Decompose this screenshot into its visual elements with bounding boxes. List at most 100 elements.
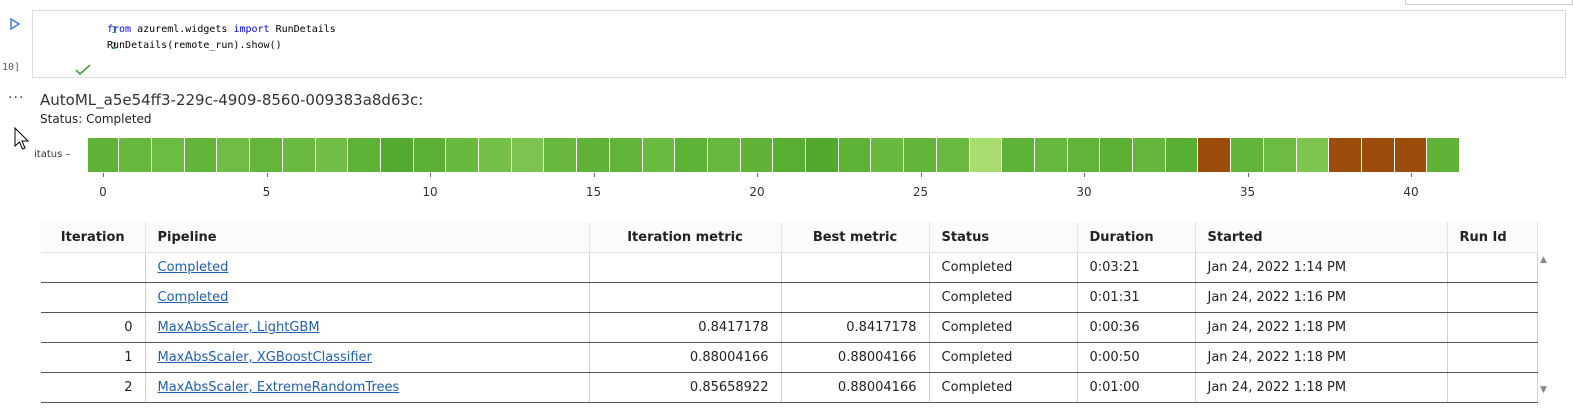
cell-iteration: 0 <box>41 312 146 343</box>
status-cell[interactable] <box>119 138 153 172</box>
toolbar-edge <box>1405 0 1573 5</box>
x-tick-label: 5 <box>262 185 271 199</box>
status-cell[interactable] <box>740 138 774 172</box>
status-cell[interactable] <box>1165 138 1199 172</box>
status-cell[interactable] <box>806 138 839 172</box>
status-cell[interactable] <box>1263 138 1297 172</box>
status-cell[interactable] <box>184 138 218 172</box>
status-cell[interactable] <box>1329 138 1362 172</box>
column-header-run-id[interactable]: Run Id <box>1447 222 1538 253</box>
status-cell[interactable] <box>1198 138 1232 172</box>
status-cell[interactable] <box>871 138 905 172</box>
status-cell[interactable] <box>479 138 512 172</box>
status-cell[interactable] <box>380 138 414 172</box>
status-cell[interactable] <box>544 138 578 172</box>
cell-iteration <box>41 282 146 313</box>
code-keyword: import <box>233 24 270 35</box>
status-cell[interactable] <box>1100 138 1134 172</box>
cell-best-metric <box>781 252 930 283</box>
status-cell[interactable] <box>152 138 185 172</box>
code-line-2[interactable]: RunDetails(remote_run).show() <box>107 40 282 51</box>
status-cell[interactable] <box>1067 138 1101 172</box>
column-header-started[interactable]: Started <box>1195 222 1448 253</box>
status-cell[interactable] <box>904 138 937 172</box>
x-tick-label: 10 <box>422 185 438 199</box>
pipeline-link[interactable]: Completed <box>158 260 229 275</box>
column-header-iteration-metric[interactable]: Iteration metric <box>589 222 782 253</box>
play-icon <box>10 17 21 31</box>
x-tick-label: 15 <box>585 185 602 199</box>
more-actions-button[interactable]: ... <box>8 86 24 102</box>
cell-iteration: 1 <box>41 342 146 373</box>
code-text: azureml.widgets <box>131 24 234 35</box>
x-tick-mark <box>920 173 922 177</box>
pipeline-link[interactable]: Completed <box>158 290 229 305</box>
status-cell[interactable] <box>642 138 676 172</box>
table-row[interactable]: Completed Completed 0:03:21 Jan 24, 2022… <box>41 252 1538 283</box>
status-cell[interactable] <box>773 138 807 172</box>
pipeline-link[interactable]: MaxAbsScaler, LightGBM <box>158 320 320 335</box>
status-cell[interactable] <box>675 138 708 172</box>
column-header-duration[interactable]: Duration <box>1077 222 1196 253</box>
code-line-1[interactable]: from azureml.widgets import RunDetails <box>107 24 336 35</box>
column-header-best-metric[interactable]: Best metric <box>781 222 930 253</box>
run-cell-button[interactable] <box>8 16 24 32</box>
status-cell[interactable] <box>1296 138 1330 172</box>
cell-iteration-metric: 0.85658922 <box>589 372 782 403</box>
scroll-down-icon[interactable]: ▼ <box>1540 385 1547 395</box>
status-cell[interactable] <box>88 138 120 172</box>
table-row[interactable]: 1 MaxAbsScaler, XGBoostClassifier 0.8800… <box>41 342 1538 373</box>
status-cell[interactable] <box>1427 138 1461 172</box>
cell-best-metric <box>781 282 930 313</box>
status-cell[interactable] <box>1361 138 1395 172</box>
cell-iteration: 2 <box>41 372 146 403</box>
status-cell[interactable] <box>969 138 1003 172</box>
status-cell[interactable] <box>1133 138 1166 172</box>
status-cell[interactable] <box>250 138 283 172</box>
scroll-up-icon[interactable]: ▲ <box>1540 255 1547 265</box>
run-title: AutoML_a5e54ff3-229c-4909-8560-009383a8d… <box>40 91 424 109</box>
status-cell[interactable] <box>282 138 316 172</box>
status-cell[interactable] <box>1034 138 1068 172</box>
cell-pipeline: Completed <box>145 252 590 283</box>
status-cell[interactable] <box>577 138 610 172</box>
column-header-iteration[interactable]: Iteration <box>41 222 146 253</box>
cell-status: Completed <box>929 372 1078 403</box>
mouse-cursor-icon <box>14 126 30 155</box>
x-tick-label: 20 <box>749 185 765 199</box>
runs-table-container[interactable]: Iteration Pipeline Iteration metric Best… <box>41 222 1560 413</box>
pipeline-link[interactable]: MaxAbsScaler, ExtremeRandomTrees <box>158 380 400 395</box>
cell-status: Completed <box>929 282 1078 313</box>
status-cell[interactable] <box>609 138 643 172</box>
pipeline-link[interactable]: MaxAbsScaler, XGBoostClassifier <box>158 350 372 365</box>
checkmark-icon <box>75 61 91 80</box>
x-tick-mark <box>593 173 595 177</box>
status-cell[interactable] <box>348 138 381 172</box>
status-cell[interactable] <box>315 138 349 172</box>
status-cell[interactable] <box>446 138 480 172</box>
status-cell[interactable] <box>511 138 545 172</box>
status-cell[interactable] <box>838 138 872 172</box>
cell-best-metric: 0.88004166 <box>781 372 930 403</box>
execution-count: 10] <box>2 62 21 73</box>
table-row[interactable]: Completed Completed 0:01:31 Jan 24, 2022… <box>41 282 1538 313</box>
table-header-row: Iteration Pipeline Iteration metric Best… <box>41 222 1538 253</box>
status-cell[interactable] <box>1002 138 1035 172</box>
cell-run-id <box>1447 372 1538 403</box>
status-cell[interactable] <box>936 138 970 172</box>
code-keyword: from <box>107 24 132 35</box>
status-cell[interactable] <box>1231 138 1264 172</box>
cell-started: Jan 24, 2022 1:18 PM <box>1195 312 1448 343</box>
status-cell[interactable] <box>1394 138 1428 172</box>
x-tick-mark <box>266 173 268 177</box>
table-row[interactable]: 0 MaxAbsScaler, LightGBM 0.8417178 0.841… <box>41 312 1538 343</box>
column-header-status[interactable]: Status <box>929 222 1078 253</box>
status-cell[interactable] <box>217 138 251 172</box>
status-cell[interactable] <box>707 138 741 172</box>
table-row[interactable]: 2 MaxAbsScaler, ExtremeRandomTrees 0.856… <box>41 372 1538 403</box>
code-cell-editor[interactable]: 1 from azureml.widgets import RunDetails… <box>32 10 1566 78</box>
column-header-pipeline[interactable]: Pipeline <box>145 222 590 253</box>
status-cell[interactable] <box>413 138 447 172</box>
cell-iteration-metric <box>589 252 782 283</box>
cell-duration: 0:00:50 <box>1077 342 1196 373</box>
